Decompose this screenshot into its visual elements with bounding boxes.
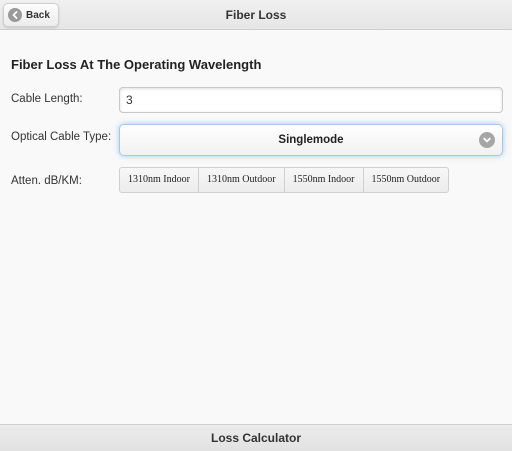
section-title: Fiber Loss At The Operating Wavelength bbox=[11, 57, 262, 72]
atten-1310-indoor-button[interactable]: 1310nm Indoor bbox=[120, 168, 199, 192]
cable-type-label: Optical Cable Type: bbox=[11, 131, 112, 143]
page-title: Fiber Loss bbox=[225, 8, 287, 22]
cable-length-label: Cable Length: bbox=[11, 93, 83, 105]
atten-1550-outdoor-button[interactable]: 1550nm Outdoor bbox=[364, 168, 449, 192]
arrow-left-icon bbox=[8, 8, 22, 22]
footer-bar: Loss Calculator bbox=[0, 424, 512, 451]
chevron-down-icon bbox=[479, 132, 495, 148]
cable-type-select[interactable]: Singlemode bbox=[119, 124, 503, 156]
atten-1550-indoor-button[interactable]: 1550nm Indoor bbox=[285, 168, 364, 192]
back-button[interactable]: Back bbox=[3, 3, 59, 27]
header-bar: Fiber Loss Back bbox=[0, 0, 512, 30]
back-button-label: Back bbox=[26, 9, 50, 21]
attenuation-label: Atten. dB/KM: bbox=[11, 175, 82, 187]
page: Fiber Loss Back Fiber Loss At The Operat… bbox=[0, 0, 512, 451]
atten-1310-outdoor-button[interactable]: 1310nm Outdoor bbox=[199, 168, 285, 192]
cable-length-input[interactable] bbox=[119, 87, 503, 113]
cable-type-selected-value: Singlemode bbox=[278, 134, 344, 146]
footer-title: Loss Calculator bbox=[210, 431, 302, 445]
attenuation-segmented-control: 1310nm Indoor 1310nm Outdoor 1550nm Indo… bbox=[119, 167, 450, 193]
